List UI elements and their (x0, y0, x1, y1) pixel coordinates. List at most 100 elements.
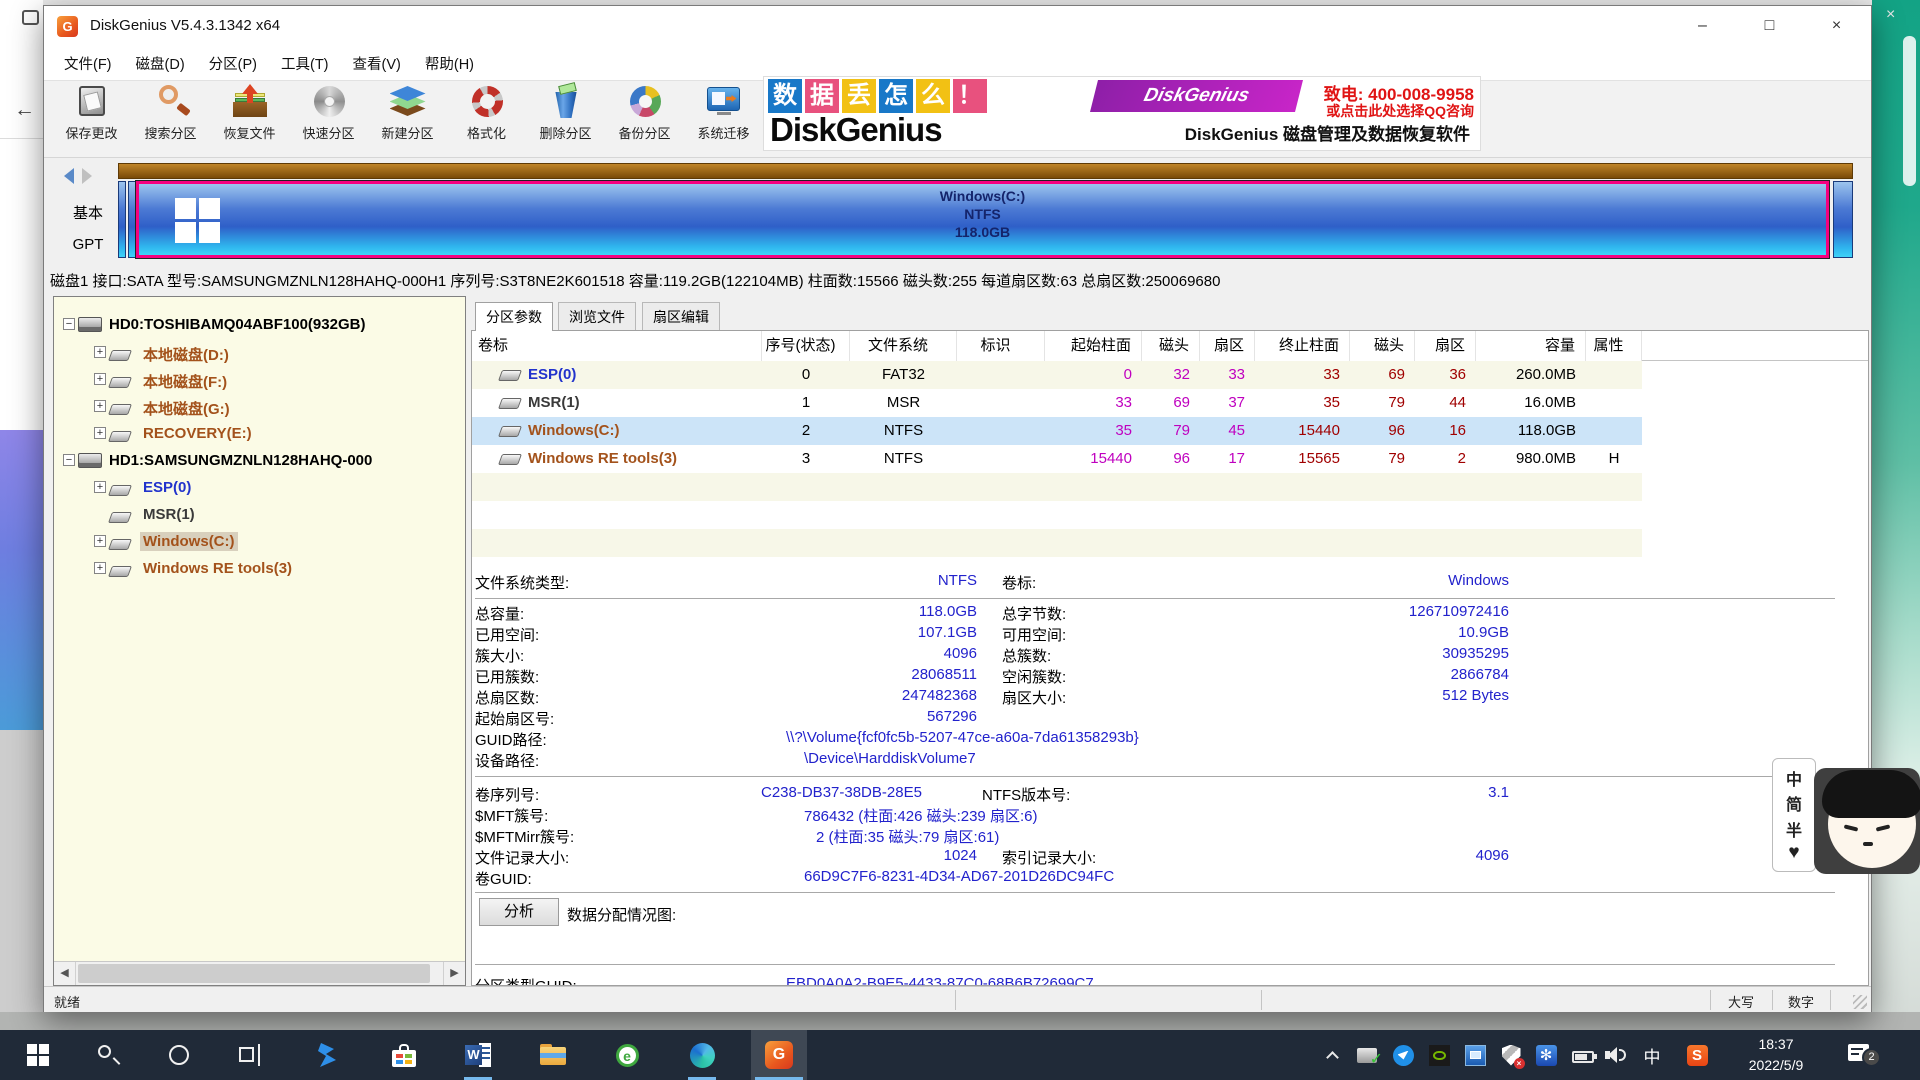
partition-block-windows[interactable]: Windows(C:) NTFS 118.0GB (136, 181, 1829, 258)
printer-status-icon[interactable]: ✓ (1352, 1035, 1382, 1075)
partition-block-msr[interactable] (128, 181, 136, 258)
resize-grip[interactable] (1853, 995, 1867, 1009)
nvidia-settings-icon[interactable] (1424, 1035, 1454, 1075)
tab-browse[interactable]: 浏览文件 (558, 302, 636, 330)
tree-item-disk-d[interactable]: +本地磁盘(D:) (54, 339, 465, 366)
toolbar-label: 保存更改 (52, 123, 131, 142)
ime-status-card[interactable]: 中简半♥ (1772, 758, 1816, 872)
menu-tools[interactable]: 工具(T) (269, 47, 341, 80)
tree-expander-icon[interactable]: + (94, 481, 106, 493)
partition-block-esp[interactable] (118, 181, 126, 258)
menu-file[interactable]: 文件(F) (52, 47, 124, 80)
format-icon (467, 85, 507, 119)
power-icon[interactable] (1568, 1035, 1598, 1075)
tab-strip: 分区参数浏览文件扇区编辑 (471, 302, 1869, 330)
nav-right-icon[interactable] (82, 168, 92, 184)
quick-icon (309, 85, 349, 119)
tree-item-disk-f[interactable]: + 本地磁盘(F:) (54, 366, 465, 393)
tree-expander-icon[interactable]: + (94, 562, 106, 574)
taskbar-app-search[interactable] (80, 1030, 136, 1080)
tree-item-windows-c[interactable]: +Windows(C:) (54, 528, 465, 555)
volume-icon[interactable] (1602, 1035, 1632, 1075)
tree-item-disk-g[interactable]: +本地磁盘(G:) (54, 393, 465, 420)
menu-partition[interactable]: 分区(P) (197, 47, 269, 80)
taskbar-app-start[interactable] (10, 1030, 66, 1080)
table-row-empty[interactable] (472, 501, 1642, 529)
toolbar-button-search[interactable]: 搜索分区 (131, 81, 210, 157)
menu-disk[interactable]: 磁盘(D) (124, 47, 197, 80)
nav-left-icon[interactable] (64, 168, 74, 184)
tree-item-msr[interactable]: MSR(1) (54, 501, 465, 528)
scroll-thumb[interactable] (78, 964, 430, 983)
taskbar-app-browser-360[interactable]: e (599, 1030, 655, 1080)
tree-expander-icon[interactable]: − (63, 318, 75, 330)
tree-expander-icon[interactable]: + (94, 400, 106, 412)
table-row-1[interactable]: MSR(1)1MSR33693735794416.0MB (472, 389, 1642, 417)
intel-graphics-icon[interactable] (1460, 1035, 1490, 1075)
defender-icon[interactable]: × (1496, 1035, 1526, 1075)
ime-mode-icon[interactable]: 中 (1637, 1035, 1667, 1075)
scroll-right-icon[interactable]: ▶ (443, 962, 465, 985)
tree-item-hd1[interactable]: −HD1:SAMSUNGMZNLN128HAHQ-000 (54, 447, 465, 474)
tree-expander-icon[interactable]: + (94, 427, 106, 439)
tree-hscrollbar[interactable]: ◀ ▶ (54, 961, 465, 985)
ad-banner[interactable]: 数据丢怎么！ DiskGenius DiskGenius 致电: 400-008… (763, 76, 1481, 151)
menu-help[interactable]: 帮助(H) (413, 47, 486, 80)
background-close-icon[interactable]: × (1886, 6, 1895, 24)
table-row-2[interactable]: Windows(C:)2NTFS357945154409616118.0GB (472, 417, 1642, 445)
toolbar-button-quick[interactable]: 快速分区 (289, 81, 368, 157)
back-arrow-icon[interactable]: ← (14, 98, 35, 122)
toolbar-button-delete[interactable]: 删除分区 (526, 81, 605, 157)
table-cell: 45 (1200, 417, 1255, 445)
analyze-button[interactable]: 分析 (479, 898, 559, 926)
dingtalk-icon[interactable] (1388, 1035, 1418, 1075)
tab-sector[interactable]: 扇区编辑 (642, 302, 720, 330)
toolbar-button-recover[interactable]: 恢复文件 (210, 81, 289, 157)
snowflake-tool-icon[interactable]: ✻ (1531, 1035, 1561, 1075)
taskbar-app-file-explorer[interactable] (525, 1030, 581, 1080)
tray-expand-icon[interactable] (1317, 1035, 1347, 1075)
tree-item-windows-re[interactable]: +Windows RE tools(3) (54, 555, 465, 582)
tree-item-recovery-e[interactable]: +RECOVERY(E:) (54, 420, 465, 447)
toolbar-button-migrate[interactable]: 系统迁移 (684, 81, 763, 157)
tree-expander-icon[interactable]: + (94, 346, 106, 358)
tree-expander-icon[interactable]: + (94, 373, 106, 385)
taskbar-app-edge[interactable] (674, 1030, 730, 1080)
menu-view[interactable]: 查看(V) (341, 47, 413, 80)
desktop: ← × G DiskGenius V5.4.3.1342 x64 – □ × 文… (0, 0, 1920, 1080)
taskbar-app-thunder[interactable] (299, 1030, 355, 1080)
banner-qq-link[interactable]: 或点击此处选择QQ咨询 (1326, 101, 1474, 121)
taskbar-app-word[interactable]: W (450, 1030, 506, 1080)
minimize-button[interactable]: – (1680, 6, 1725, 46)
mascot-mouth (1863, 842, 1873, 846)
toolbar-button-format[interactable]: 格式化 (447, 81, 526, 157)
table-row-3[interactable]: Windows RE tools(3)3NTFS1544096171556579… (472, 445, 1642, 473)
tree-expander-icon[interactable]: + (94, 535, 106, 547)
table-header-cell: 扇区 (1415, 331, 1476, 361)
scroll-left-icon[interactable]: ◀ (54, 962, 76, 985)
taskbar-app-task-view[interactable] (223, 1030, 279, 1080)
taskbar-app-ms-store[interactable] (376, 1030, 432, 1080)
close-button[interactable]: × (1814, 6, 1859, 46)
tree-item-label: 本地磁盘(F:) (140, 370, 230, 393)
table-row-empty[interactable] (472, 529, 1642, 557)
tree-item-esp[interactable]: +ESP(0) (54, 474, 465, 501)
table-row-empty[interactable] (472, 473, 1642, 501)
tab-params[interactable]: 分区参数 (475, 302, 553, 331)
maximize-button[interactable]: □ (1747, 6, 1792, 46)
taskbar-app-cortana[interactable] (151, 1030, 207, 1080)
partition-icon (110, 482, 130, 500)
toolbar-button-new[interactable]: 新建分区 (368, 81, 447, 157)
tree-expander-icon[interactable]: − (63, 454, 75, 466)
taskbar-app-diskgenius[interactable]: G (751, 1030, 807, 1080)
table-cell: 44 (1415, 389, 1476, 417)
toolbar-button-backup[interactable]: 备份分区 (605, 81, 684, 157)
sogou-ime-icon[interactable]: S (1682, 1035, 1712, 1075)
tree-item-hd0[interactable]: −HD0:TOSHIBAMQ04ABF100(932GB) (54, 311, 465, 338)
taskbar-clock[interactable]: 18:37 2022/5/9 (1722, 1034, 1830, 1076)
toolbar-button-save[interactable]: 保存更改 (52, 81, 131, 157)
background-scrollbar[interactable] (1903, 36, 1916, 186)
notification-center-icon[interactable]: 2 (1848, 1040, 1890, 1070)
partition-block-re[interactable] (1833, 181, 1853, 258)
table-row-0[interactable]: ESP(0)0FAT3203233336936260.0MB (472, 361, 1642, 389)
